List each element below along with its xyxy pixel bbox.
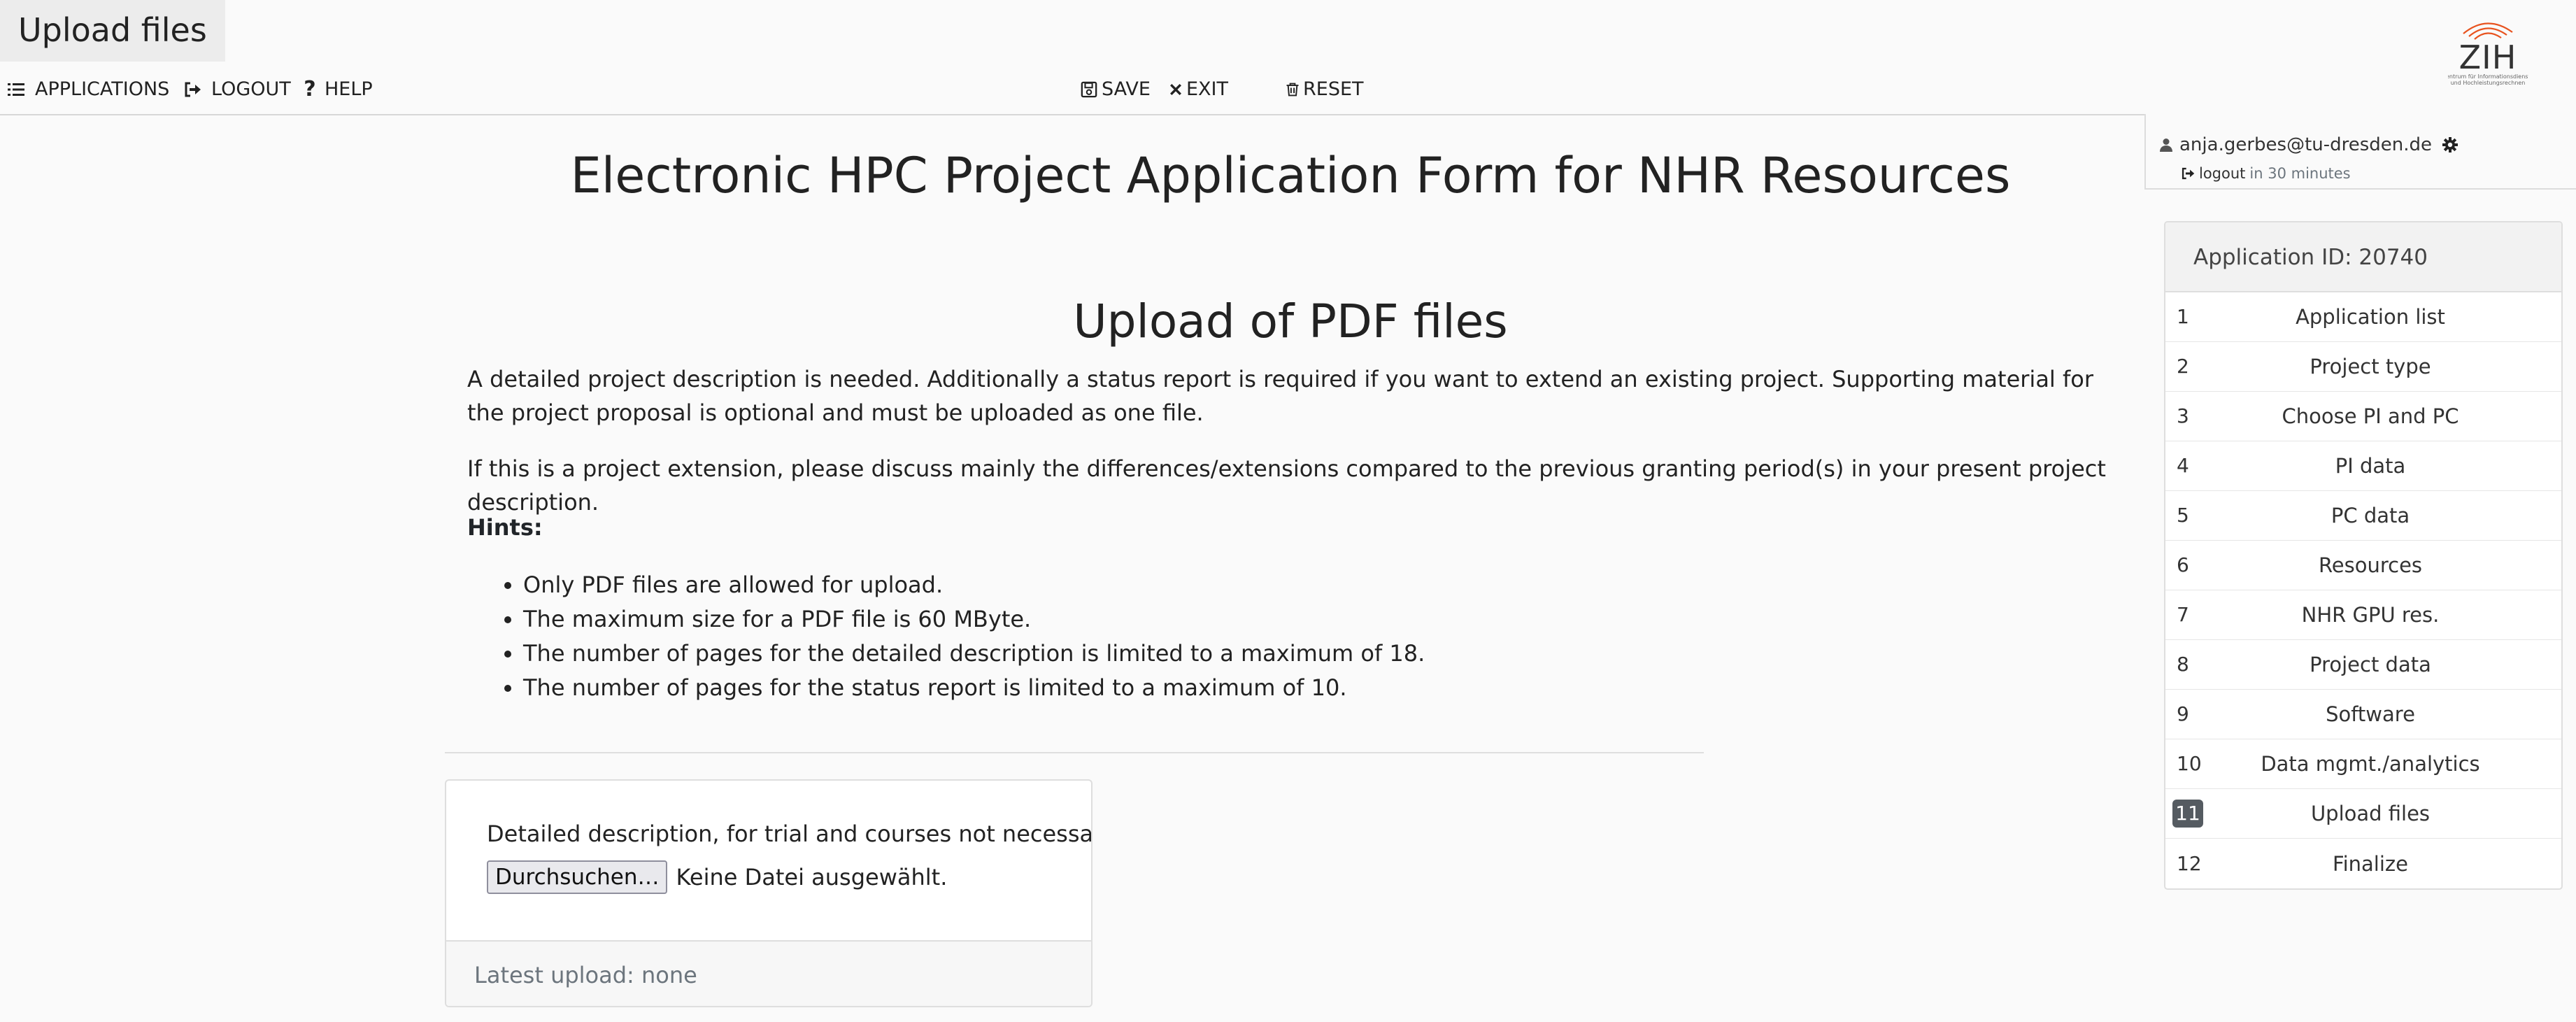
svg-text:und Hochleistungsrechnen: und Hochleistungsrechnen (2451, 80, 2526, 86)
hint-item: The number of pages for the detailed des… (523, 637, 1425, 671)
nav-help-label: HELP (325, 78, 373, 100)
step-item[interactable]: 1 Application list (2165, 292, 2561, 342)
nav-applications-link[interactable]: APPLICATIONS (6, 74, 169, 105)
upload-field-label: Detailed description, for trial and cour… (487, 821, 1093, 847)
step-item[interactable]: 2 Project type (2165, 342, 2561, 392)
upload-card-footer: Latest upload: none (446, 940, 1091, 1006)
navbar-divider (0, 114, 2146, 115)
trash-icon (1285, 79, 1300, 100)
sign-out-icon (182, 79, 203, 100)
step-item[interactable]: 6 Resources (2165, 541, 2561, 590)
browse-button[interactable]: Durchsuchen… (487, 860, 668, 894)
floppy-disk-icon (1081, 79, 1097, 100)
nav-applications-label: APPLICATIONS (35, 78, 170, 100)
svg-text:Zentrum für Informationsdienst: Zentrum für Informationsdienste (2448, 73, 2528, 80)
zih-logo: ZIH Zentrum für Informationsdienste und … (2442, 13, 2534, 90)
step-number: 10 (2177, 752, 2202, 775)
svg-text:ZIH: ZIH (2459, 38, 2517, 76)
step-number: 4 (2177, 454, 2189, 477)
step-label: Resources (2318, 553, 2423, 577)
nav-logout-link[interactable]: LOGOUT (182, 74, 291, 105)
step-item[interactable]: 8 Project data (2165, 640, 2561, 690)
upload-card: Detailed description, for trial and cour… (445, 779, 1093, 1007)
application-id-header: Application ID: 20740 (2165, 222, 2561, 292)
exit-label: EXIT (1186, 78, 1229, 100)
hints-heading: Hints: (467, 514, 543, 541)
list-icon (6, 79, 27, 100)
step-item[interactable]: 5 PC data (2165, 491, 2561, 541)
hint-item: The number of pages for the status repor… (523, 671, 1425, 705)
step-label: NHR GPU res. (2301, 603, 2440, 627)
exit-button[interactable]: EXIT (1168, 74, 1228, 105)
step-label: Project type (2310, 355, 2431, 378)
hints-list: Only PDF files are allowed for upload. T… (467, 568, 1425, 705)
step-item[interactable]: 4 PI data (2165, 441, 2561, 491)
step-item[interactable]: 10 Data mgmt./analytics (2165, 739, 2561, 789)
step-label: PC data (2331, 504, 2410, 527)
save-button[interactable]: SAVE (1081, 74, 1151, 105)
step-number: 12 (2177, 851, 2202, 875)
nav-help-link[interactable]: ? HELP (302, 74, 373, 105)
step-label: Choose PI and PC (2282, 404, 2459, 428)
step-number: 5 (2177, 504, 2189, 527)
step-navigation-panel: Application ID: 20740 1 Application list 2… (2164, 221, 2563, 890)
file-status-text: Keine Datei ausgewählt. (676, 864, 948, 890)
description-paragraph: A detailed project description is needed… (467, 366, 2093, 426)
step-label: PI data (2335, 454, 2406, 478)
latest-upload-text: Latest upload: none (474, 962, 697, 988)
file-input: Durchsuchen… Keine Datei ausgewählt. (487, 860, 947, 894)
step-number: 11 (2172, 800, 2203, 828)
save-label: SAVE (1102, 78, 1151, 100)
step-list: 1 Application list 2 Project type 3 Choose PI… (2165, 292, 2561, 888)
step-label: Application list (2296, 305, 2445, 329)
step-number: 8 (2177, 653, 2189, 676)
step-label: Project data (2310, 653, 2431, 676)
step-item[interactable]: 7 NHR GPU res. (2165, 590, 2561, 640)
hint-item: The maximum size for a PDF file is 60 MB… (523, 602, 1425, 637)
step-item[interactable]: 9 Software (2165, 690, 2561, 739)
step-number: 6 (2177, 553, 2189, 576)
step-label: Finalize (2333, 851, 2408, 876)
step-label: Software (2326, 702, 2415, 726)
step-number: 3 (2177, 404, 2189, 427)
form-title: Electronic HPC Project Application Form … (570, 147, 2011, 204)
close-icon (1168, 79, 1183, 100)
step-item[interactable]: 11 Upload files (2165, 789, 2561, 839)
question-icon: ? (304, 77, 316, 101)
page-tab-title: Upload files (0, 0, 225, 62)
step-label: Upload files (2310, 802, 2431, 825)
step-number: 1 (2177, 305, 2189, 328)
step-number: 9 (2177, 702, 2189, 725)
step-label: Data mgmt./analytics (2261, 752, 2480, 776)
reset-label: RESET (1303, 78, 1364, 100)
section-divider (445, 752, 1704, 753)
application-id: Application ID: 20740 (2193, 245, 2428, 270)
step-number: 2 (2177, 355, 2189, 378)
nav-logout-label: LOGOUT (211, 78, 291, 100)
hint-item: Only PDF files are allowed for upload. (523, 568, 1425, 602)
step-item[interactable]: 12 Finalize (2165, 839, 2561, 888)
step-number: 7 (2177, 603, 2189, 626)
step-item[interactable]: 3 Choose PI and PC (2165, 392, 2561, 441)
reset-button[interactable]: RESET (1285, 74, 1364, 105)
extension-paragraph: If this is a project extension, please d… (467, 455, 2106, 516)
